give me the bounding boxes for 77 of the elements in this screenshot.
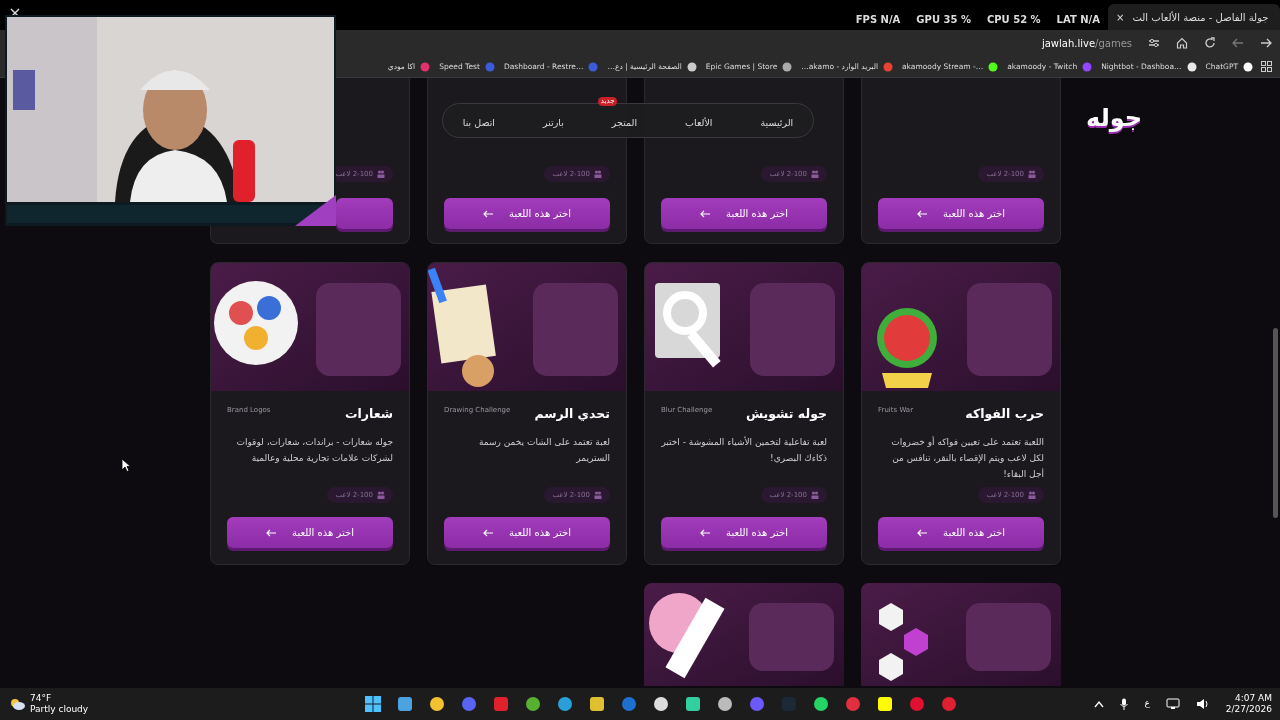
app-icon[interactable] (589, 696, 606, 712)
perf-reading: FPS N/A (855, 13, 901, 27)
cursor-icon (121, 458, 131, 472)
scrollbar[interactable] (1273, 328, 1278, 518)
game-title: جوله تشويش (745, 405, 827, 423)
game-description: لعبة تعتمد على الشات يخمن رسمة الستريمر (477, 435, 610, 465)
choose-game-button[interactable]: اختر هذه اللعبة (878, 517, 1044, 548)
arrow-icon (483, 528, 494, 537)
weather-icon (8, 697, 26, 711)
apps-icon[interactable] (1261, 61, 1272, 72)
people-icon (1028, 169, 1036, 178)
weather-condition: Partly cloudy (30, 704, 89, 715)
choose-game-button[interactable]: اختر هذه اللعبة (444, 517, 610, 548)
home-icon[interactable] (1176, 37, 1188, 49)
temperature: 74°F (30, 693, 53, 704)
nav-link[interactable]: بارتنر (542, 116, 564, 128)
bookmark-icon[interactable] (782, 61, 793, 72)
perf-reading: LAT N/A (1056, 13, 1100, 27)
address-field[interactable]: jawlah.live/games (1041, 35, 1132, 51)
tab-title: جولة الفاصل - منصة الألعاب الت (1132, 10, 1269, 25)
reload-icon[interactable] (1204, 37, 1216, 49)
site-logo[interactable]: جوله (1086, 100, 1142, 136)
windows-start-icon[interactable] (365, 696, 382, 712)
right-arrow-icon[interactable] (1260, 37, 1272, 49)
arrow-icon (917, 528, 928, 537)
people-icon (1028, 490, 1036, 499)
arrow-icon (700, 209, 711, 218)
nav-link[interactable]: اتصل بنا (462, 116, 495, 128)
perf-reading: GPU 35 % (916, 13, 971, 27)
tab-close[interactable]: × (1116, 9, 1125, 25)
game-title: تحدي الرسم (534, 405, 610, 423)
app-icon[interactable] (397, 696, 414, 712)
clock-time[interactable]: 4:07 AM (1235, 693, 1272, 704)
game-title: حرب الفواكه (965, 405, 1044, 423)
choose-game-button[interactable]: اختر هذه اللعبة (444, 198, 610, 229)
perf-reading: CPU 52 % (986, 13, 1041, 27)
people-icon (811, 169, 819, 178)
bookmark-icon[interactable] (686, 61, 697, 72)
nav-link[interactable]: الرئيسية (760, 116, 794, 128)
people-icon (811, 490, 819, 499)
arrow-icon (483, 209, 494, 218)
choose-game-button[interactable]: اختر هذه اللعبة (227, 517, 393, 548)
volume-icon[interactable] (1195, 698, 1210, 710)
app-icon[interactable] (525, 696, 542, 712)
people-icon (377, 169, 385, 178)
left-arrow-icon[interactable] (1232, 37, 1244, 49)
app-icon[interactable] (653, 696, 670, 712)
game-description: لعبة تفاعلية لتخمين الأشياء المشوشة - اختبر ذكاءك البصري! (661, 435, 827, 465)
bookmark-icon[interactable] (1243, 61, 1253, 72)
app-icon[interactable] (429, 696, 446, 712)
bookmark-icon[interactable] (1186, 61, 1197, 72)
app-icon[interactable] (813, 696, 830, 712)
game-description: اللعبة تعتمد على تعيين فواكه أو خضروات لكل لاعب ويتم الإقصاء بالنقر، تنافس من أجل البقاء! (890, 435, 1044, 481)
microphone-icon[interactable] (1120, 698, 1129, 710)
choose-game-button[interactable]: اختر هذه اللعبة (661, 198, 827, 229)
nav-link[interactable]: الألعاب (685, 116, 713, 128)
bookmark-icon[interactable] (988, 61, 999, 72)
nav-link[interactable]: المتجر (611, 116, 638, 128)
arrow-icon (700, 528, 711, 537)
browser-tab[interactable]: × جولة الفاصل - منصة الألعاب الت (1108, 4, 1280, 30)
chevron-up-icon[interactable] (1094, 700, 1105, 708)
arrow-icon (266, 528, 277, 537)
game-description: جوله شعارات - براندات، شعارات، لوقوات لشركات علامات تجارية محلية وعالمية (235, 435, 393, 465)
app-icon[interactable] (557, 696, 574, 712)
clock-date[interactable]: 2/27/2026 (1225, 704, 1272, 715)
app-icon[interactable] (877, 696, 894, 712)
people-icon (377, 490, 385, 499)
site-settings-icon[interactable] (1148, 37, 1160, 49)
choose-game-button[interactable]: اختر هذه اللعبة (661, 517, 827, 548)
app-icon[interactable] (685, 696, 702, 712)
language-indicator[interactable]: ع (1144, 697, 1150, 711)
people-icon (594, 169, 602, 178)
people-icon (594, 490, 602, 499)
choose-game-button[interactable]: اختر هذه اللعبة (878, 198, 1044, 229)
arrow-icon (917, 209, 928, 218)
app-icon[interactable] (717, 696, 734, 712)
game-title: شعارات (344, 405, 393, 423)
